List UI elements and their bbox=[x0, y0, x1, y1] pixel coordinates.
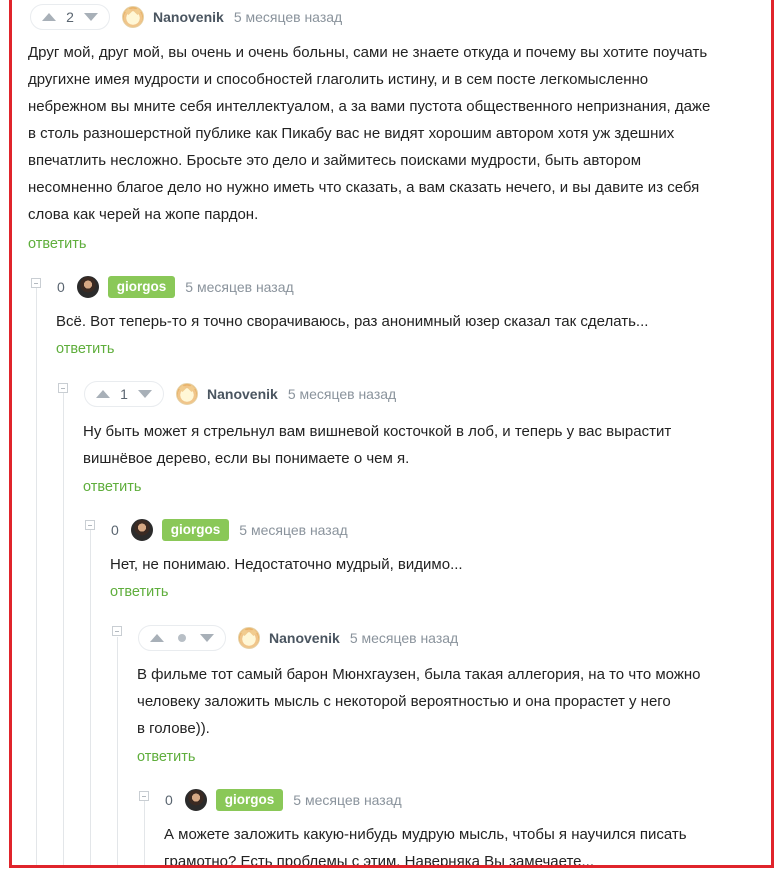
comment-author[interactable]: Nanovenik bbox=[207, 386, 278, 402]
comment-text-line: А можете заложить какую-нибудь мудрую мы… bbox=[164, 826, 687, 843]
reply-link[interactable]: ответить bbox=[137, 749, 195, 765]
reply-link[interactable]: ответить bbox=[83, 479, 141, 495]
comment-text-line: Ну быть может я стрельнул вам вишневой к… bbox=[83, 423, 672, 440]
comment-author[interactable]: Nanovenik bbox=[269, 630, 340, 646]
thread-line[interactable] bbox=[36, 286, 37, 865]
vote-control: 1 bbox=[84, 381, 164, 407]
comment-time[interactable]: 5 месяцев назад bbox=[239, 522, 347, 538]
comment-text-line: небрежном вы мните себя интеллектуалом, … bbox=[28, 98, 711, 115]
thread-line[interactable] bbox=[90, 530, 91, 865]
comment-text-line: другихне имея мудрости и способностей гл… bbox=[28, 71, 649, 88]
comment-text: А можете заложить какую-нибудь мудрую мы… bbox=[164, 821, 687, 868]
avatar-icon[interactable] bbox=[238, 627, 260, 649]
downvote-arrow-icon[interactable] bbox=[84, 13, 98, 21]
comment-text: Всё. Вот теперь-то я точно сворачиваюсь,… bbox=[56, 308, 648, 335]
comment-score: 2 bbox=[66, 9, 74, 25]
comment-score: 1 bbox=[120, 386, 128, 402]
avatar-icon[interactable] bbox=[176, 383, 198, 405]
comment-text-line: Нет, не понимаю. Недостаточно мудрый, ви… bbox=[110, 556, 463, 573]
comment-text-line: Всё. Вот теперь-то я точно сворачиваюсь,… bbox=[56, 313, 649, 330]
thread-line[interactable] bbox=[117, 637, 118, 865]
collapse-toggle[interactable] bbox=[139, 791, 149, 801]
downvote-arrow-icon[interactable] bbox=[200, 634, 214, 642]
avatar-icon[interactable] bbox=[76, 276, 99, 298]
comment-time[interactable]: 5 месяцев назад bbox=[288, 386, 396, 402]
comment-author[interactable]: Nanovenik bbox=[153, 9, 224, 25]
comment-text-line: несомненно благое дело но нужно иметь чт… bbox=[28, 179, 700, 196]
neutral-score-dot-icon bbox=[178, 634, 186, 642]
comment-text-line: вишнёвое дерево, если вы понимаете о чем… bbox=[83, 450, 410, 467]
comment-score: 0 bbox=[111, 522, 119, 538]
comment-time[interactable]: 5 месяцев назад bbox=[350, 630, 458, 646]
comment-text: Нет, не понимаю. Недостаточно мудрый, ви… bbox=[110, 551, 463, 578]
author-badge[interactable]: giorgos bbox=[107, 276, 176, 298]
collapse-toggle[interactable] bbox=[112, 626, 122, 636]
comment-header: 1 Nanovenik 5 месяцев назад bbox=[84, 381, 396, 407]
reply-link[interactable]: ответить bbox=[110, 584, 168, 600]
comment-header: Nanovenik 5 месяцев назад bbox=[138, 625, 458, 651]
comment-text: Друг мой, друг мой, вы очень и очень бол… bbox=[28, 39, 710, 228]
reply-link[interactable]: ответить bbox=[28, 236, 86, 252]
comment-header: 0 giorgos 5 месяцев назад bbox=[111, 517, 348, 543]
collapse-toggle[interactable] bbox=[31, 278, 41, 288]
collapse-toggle[interactable] bbox=[58, 383, 68, 393]
comment-text: В фильме тот самый барон Мюнхгаузен, был… bbox=[137, 661, 701, 742]
comment-text-line: Друг мой, друг мой, вы очень и очень бол… bbox=[28, 44, 708, 61]
comment-text-line: В фильме тот самый барон Мюнхгаузен, был… bbox=[137, 666, 701, 683]
comment-text-line: в столь разношерстной публике как Пикабу… bbox=[28, 125, 675, 142]
comment-header: 0 giorgos 5 месяцев назад bbox=[165, 787, 402, 813]
collapse-toggle[interactable] bbox=[85, 520, 95, 530]
upvote-arrow-icon[interactable] bbox=[96, 390, 110, 398]
comment-text-line: в голове)). bbox=[137, 720, 210, 737]
comment-header: 0 giorgos 5 месяцев назад bbox=[57, 274, 294, 300]
comment-score: 0 bbox=[165, 792, 173, 808]
avatar-icon[interactable] bbox=[184, 789, 207, 811]
downvote-arrow-icon[interactable] bbox=[138, 390, 152, 398]
comment-text-line: слова как черей на жопе пардон. bbox=[28, 206, 259, 223]
comment-text-line: человеку заложить мысль с некоторой веро… bbox=[137, 693, 671, 710]
comment-score: 0 bbox=[57, 279, 65, 295]
comment-header: 2 Nanovenik 5 месяцев назад bbox=[30, 4, 342, 30]
thread-line[interactable] bbox=[63, 393, 64, 865]
avatar-icon[interactable] bbox=[122, 6, 144, 28]
comment-time[interactable]: 5 месяцев назад bbox=[234, 9, 342, 25]
vote-control bbox=[138, 625, 226, 651]
comment-text-line: грамотно? Есть проблемы с этим. Наверняк… bbox=[164, 853, 594, 868]
comment-text-line: впечатлить несложно. Бросьте это дело и … bbox=[28, 152, 642, 169]
comment-time[interactable]: 5 месяцев назад bbox=[293, 792, 401, 808]
avatar-icon[interactable] bbox=[130, 519, 153, 541]
comments-frame: 2 Nanovenik 5 месяцев назад Друг мой, др… bbox=[9, 0, 774, 868]
author-badge[interactable]: giorgos bbox=[161, 519, 230, 541]
upvote-arrow-icon[interactable] bbox=[42, 13, 56, 21]
vote-control: 2 bbox=[30, 4, 110, 30]
comment-time[interactable]: 5 месяцев назад bbox=[185, 279, 293, 295]
author-badge[interactable]: giorgos bbox=[215, 789, 284, 811]
thread-line[interactable] bbox=[144, 799, 145, 865]
upvote-arrow-icon[interactable] bbox=[150, 634, 164, 642]
reply-link[interactable]: ответить bbox=[56, 341, 114, 357]
comment-text: Ну быть может я стрельнул вам вишневой к… bbox=[83, 418, 671, 472]
